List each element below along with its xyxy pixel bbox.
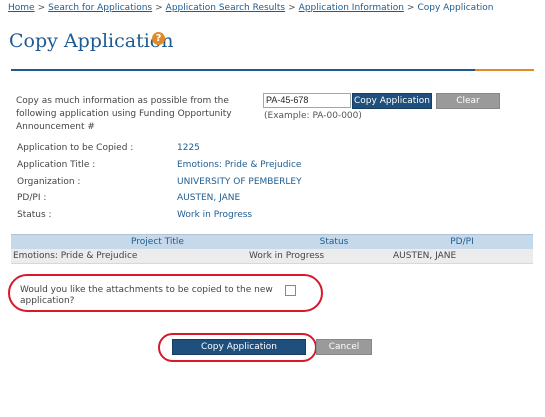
- detail-value-pdpi: AUSTEN, JANE: [177, 193, 241, 203]
- copy-application-button[interactable]: Copy Application: [172, 339, 306, 355]
- detail-value-organization: UNIVERSITY OF PEMBERLEY: [177, 177, 302, 187]
- copy-application-button-top[interactable]: Copy Application: [352, 93, 432, 109]
- breadcrumb-results-link[interactable]: Application Search Results: [166, 3, 285, 13]
- breadcrumb-separator: >: [288, 3, 296, 13]
- breadcrumb-current: Copy Application: [417, 3, 494, 13]
- breadcrumb-separator: >: [37, 3, 46, 13]
- divider: [11, 69, 475, 71]
- detail-value-application: 1225: [177, 143, 200, 153]
- table-header: Project Title Status PD/PI: [11, 234, 533, 249]
- attachments-question: Would you like the attachments to be cop…: [20, 285, 273, 306]
- clear-button[interactable]: Clear: [436, 93, 500, 109]
- cell-project-title: Emotions: Pride & Prejudice: [13, 251, 138, 261]
- copy-instruction: Copy as much information as possible fro…: [16, 96, 232, 132]
- page-title: Copy Application: [9, 30, 174, 52]
- detail-label-application: Application to be Copied :: [17, 143, 134, 153]
- detail-label-pdpi: PD/PI :: [17, 193, 47, 203]
- cell-pdpi: AUSTEN, JANE: [393, 251, 457, 261]
- detail-label-status: Status :: [17, 210, 52, 220]
- breadcrumb-separator: >: [406, 3, 415, 13]
- detail-label-title: Application Title :: [17, 160, 96, 170]
- divider-accent: [475, 69, 534, 71]
- column-header-pdpi: PD/PI: [450, 237, 474, 247]
- breadcrumb: Home > Search for Applications > Application…: [8, 3, 493, 13]
- fon-input[interactable]: [263, 93, 351, 108]
- breadcrumb-search-link[interactable]: Search for Applications: [48, 3, 152, 13]
- table-row: Emotions: Pride & Prejudice Work in Prog…: [11, 249, 533, 264]
- cancel-button[interactable]: Cancel: [316, 339, 372, 355]
- detail-value-title: Emotions: Pride & Prejudice: [177, 160, 302, 170]
- help-icon[interactable]: ?: [152, 32, 165, 45]
- breadcrumb-separator: >: [155, 3, 163, 13]
- breadcrumb-info-link[interactable]: Application Information: [299, 3, 404, 13]
- cell-status: Work in Progress: [249, 251, 325, 261]
- example-hint: (Example: PA-00-000): [264, 111, 362, 121]
- detail-label-organization: Organization :: [17, 177, 81, 187]
- attachments-checkbox[interactable]: [285, 285, 296, 296]
- breadcrumb-home-link[interactable]: Home: [8, 3, 35, 13]
- detail-value-status: Work in Progress: [177, 210, 253, 220]
